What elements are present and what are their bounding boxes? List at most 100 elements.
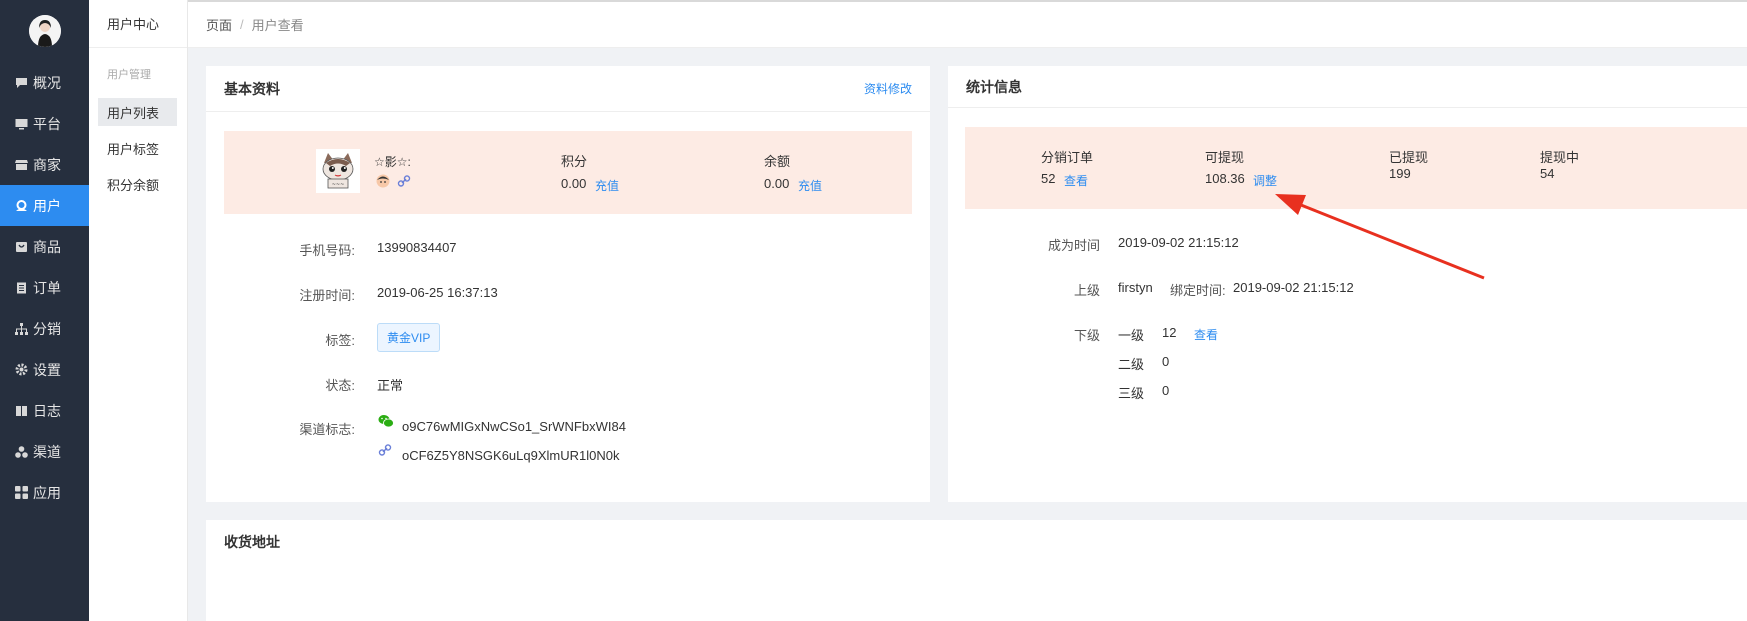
user-tag-badge: 黄金VIP: [377, 323, 441, 352]
wechat-icon: [378, 414, 394, 431]
distribution-orders-value: 52: [1041, 171, 1056, 186]
sidebar-item-label: 分销: [33, 320, 61, 337]
channel-wechat-id: o9C76wMIGxNwCSo1_SrWNFbxWI84: [402, 419, 626, 434]
withdrawing-label: 提现中: [1540, 150, 1580, 165]
sidebar-item-orders[interactable]: 订单: [0, 267, 89, 308]
become-time-label: 成为时间: [1047, 238, 1100, 253]
user-nickname: ☆影☆:: [374, 155, 411, 169]
clipboard-icon: [14, 281, 28, 295]
sidebar-item-platform[interactable]: 平台: [0, 103, 89, 144]
user-avatar: ~~~: [316, 149, 360, 193]
sidebar-item-logs[interactable]: 日志: [0, 390, 89, 431]
submenu-item-user-list[interactable]: 用户列表: [98, 98, 177, 126]
tag-label: 标签:: [325, 333, 355, 348]
submenu-item-user-tags[interactable]: 用户标签: [98, 134, 177, 162]
face-icon: [376, 174, 390, 191]
sidebar-item-label: 商品: [33, 238, 61, 255]
status-label: 状态:: [325, 378, 355, 393]
sidebar-item-channel[interactable]: 渠道: [0, 431, 89, 472]
sidebar-item-label: 商家: [33, 156, 61, 173]
become-time-value: 2019-09-02 21:15:12: [1118, 235, 1239, 250]
sidebar-item-label: 应用: [33, 484, 61, 501]
sidebar-item-label: 概况: [33, 74, 61, 91]
level3-value: 0: [1162, 383, 1170, 398]
channel-label: 渠道标志:: [299, 422, 355, 437]
gear-icon: [14, 363, 28, 377]
distribution-orders-view-link[interactable]: 查看: [1064, 172, 1088, 189]
sidebar-item-apps[interactable]: 应用: [0, 472, 89, 513]
sidebar-item-overview[interactable]: 概况: [0, 62, 89, 103]
cluster-icon: [14, 445, 28, 459]
submenu-group-label: 用户管理: [107, 69, 151, 81]
breadcrumb-root[interactable]: 页面: [206, 15, 232, 34]
stats-card-title: 统计信息: [966, 78, 1022, 95]
stats-card-header: 统计信息: [948, 66, 1747, 108]
children-label: 下级: [1073, 328, 1100, 343]
svg-text:~~~: ~~~: [332, 182, 345, 188]
level2-value: 0: [1162, 354, 1170, 369]
sidebar-item-label: 订单: [33, 279, 61, 296]
profile-card: 基本资料 资料修改 ~~~ ☆影☆: 积分 0.00 充值 余额 0.00 充值…: [206, 66, 930, 502]
level1-label: 一级: [1118, 328, 1145, 343]
sidebar-avatar-area: [0, 0, 89, 62]
profile-card-header: 基本资料 资料修改: [206, 66, 930, 112]
register-time-label: 注册时间:: [299, 288, 355, 303]
channel-link-id: oCF6Z5Y8NSGK6uLq9XlmUR1l0N0k: [402, 448, 620, 463]
level3-label: 三级: [1118, 386, 1145, 401]
user-icon: [14, 199, 28, 213]
book-icon: [14, 404, 28, 418]
store-icon: [14, 158, 28, 172]
chat-icon: [14, 76, 28, 90]
distribution-orders-label: 分销订单: [1041, 150, 1094, 165]
link-icon: [397, 174, 411, 191]
sidebar-item-label: 平台: [33, 115, 61, 132]
parent-value: firstyn: [1118, 280, 1153, 295]
register-time-value: 2019-06-25 16:37:13: [377, 285, 498, 300]
balance-label: 余额: [764, 154, 791, 169]
balance-value: 0.00: [764, 176, 790, 191]
phone-label: 手机号码:: [299, 243, 355, 258]
app-root: 概况 平台 商家 用户 商品 订单 分销 设置 日志 渠道 应用 用户中心 用户…: [0, 0, 1747, 621]
breadcrumb-current: 用户查看: [251, 18, 304, 33]
balance-recharge-link[interactable]: 充值: [798, 177, 822, 194]
profile-summary-panel: ~~~ ☆影☆: 积分 0.00 充值 余额 0.00 充值: [224, 131, 912, 214]
main-sidebar: 概况 平台 商家 用户 商品 订单 分销 设置 日志 渠道 应用: [0, 0, 89, 621]
bag-icon: [14, 240, 28, 254]
sidebar-item-distribution[interactable]: 分销: [0, 308, 89, 349]
withdrawing-value: 54: [1540, 166, 1555, 181]
submenu-title: 用户中心: [89, 0, 187, 48]
sidebar-item-settings[interactable]: 设置: [0, 349, 89, 390]
bind-time-label: 绑定时间:: [1170, 283, 1226, 298]
sidebar-item-user[interactable]: 用户: [0, 185, 89, 226]
parent-label: 上级: [1073, 283, 1100, 298]
level2-label: 二级: [1118, 357, 1145, 372]
level1-value: 12: [1162, 325, 1177, 340]
profile-card-title: 基本资料: [224, 80, 280, 97]
level1-view-link[interactable]: 查看: [1194, 326, 1218, 343]
points-label: 积分: [561, 154, 588, 169]
points-recharge-link[interactable]: 充值: [595, 177, 619, 194]
edit-profile-link[interactable]: 资料修改: [864, 80, 912, 97]
address-card: 收货地址: [206, 520, 1747, 621]
sidebar-item-merchant[interactable]: 商家: [0, 144, 89, 185]
sidebar-item-label: 设置: [33, 361, 61, 378]
address-card-header: 收货地址: [206, 520, 1747, 564]
admin-avatar[interactable]: [28, 15, 61, 47]
address-card-title: 收货地址: [224, 534, 280, 550]
sidebar-item-label: 日志: [33, 402, 61, 419]
sidebar-item-goods[interactable]: 商品: [0, 226, 89, 267]
sub-sidebar: 用户中心 用户管理 用户列表 用户标签 积分余额: [89, 0, 188, 621]
withdrawable-label: 可提现: [1205, 150, 1245, 165]
sidebar-item-label: 渠道: [33, 443, 61, 460]
points-value: 0.00: [561, 176, 587, 191]
withdrawable-value: 108.36: [1205, 171, 1245, 186]
grid-icon: [14, 486, 28, 500]
sidebar-item-label: 用户: [33, 197, 61, 214]
withdrawn-label: 已提现: [1389, 150, 1429, 165]
phone-value: 13990834407: [377, 240, 457, 255]
annotation-arrow: [1275, 194, 1485, 280]
submenu-item-points-balance[interactable]: 积分余额: [98, 170, 177, 198]
monitor-icon: [14, 117, 28, 131]
breadcrumb: 页面 / 用户查看: [188, 0, 1747, 48]
withdrawn-value: 199: [1389, 166, 1411, 181]
